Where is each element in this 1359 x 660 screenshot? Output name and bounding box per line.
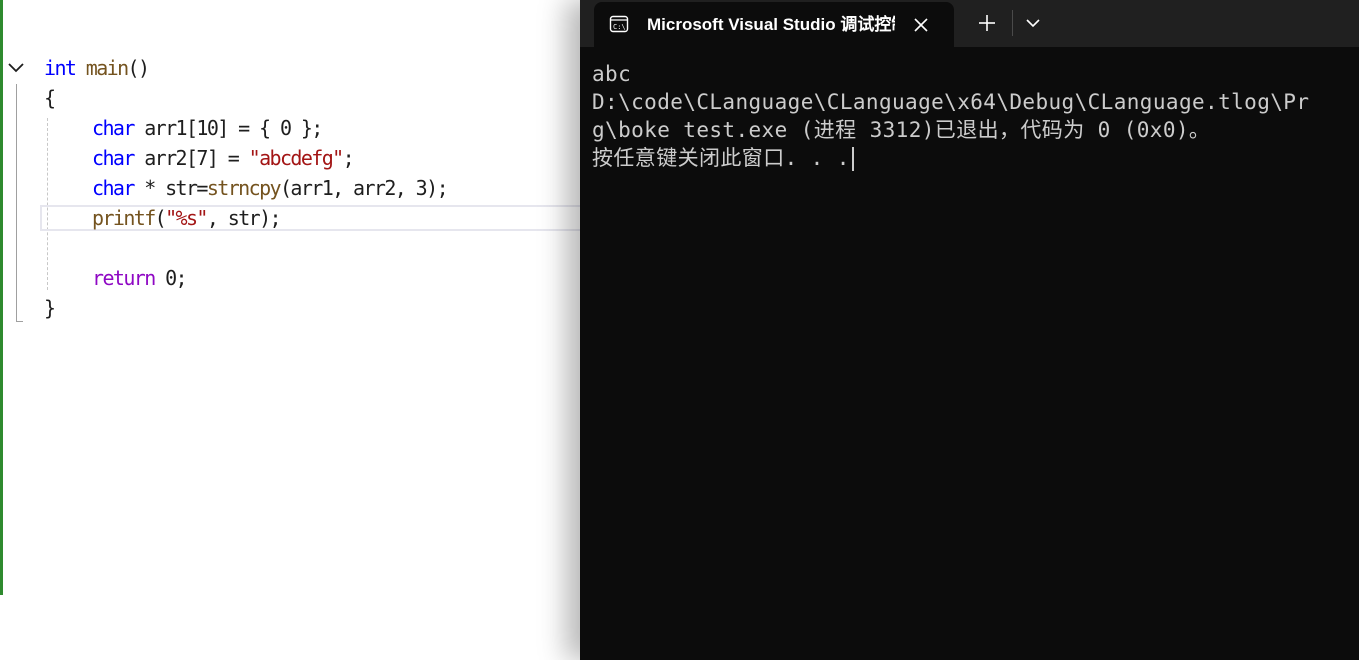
chevron-down-icon[interactable] bbox=[7, 59, 25, 77]
terminal-window[interactable]: C:\ Microsoft Visual Studio 调试控制台 abc D:… bbox=[580, 0, 1359, 660]
code-token: printf bbox=[92, 206, 156, 230]
code-token: main bbox=[85, 56, 129, 80]
code-token: 0; bbox=[154, 266, 188, 290]
text-cursor bbox=[851, 147, 854, 171]
code-token: } bbox=[44, 296, 56, 320]
output-line: D:\code\CLanguage\CLanguage\x64\Debug\CL… bbox=[592, 90, 1310, 114]
code-token: char bbox=[92, 176, 135, 200]
tab-title: Microsoft Visual Studio 调试控制台 bbox=[647, 15, 895, 34]
code-token: char bbox=[92, 116, 135, 140]
output-line: g\boke test.exe (进程 3312)已退出，代码为 0 (0x0)… bbox=[592, 118, 1211, 142]
output-line: abc bbox=[592, 62, 632, 86]
code-token: "abcdefg" bbox=[248, 146, 345, 170]
fold-guide-line bbox=[16, 84, 17, 322]
code-editor[interactable]: int main() { char arr1[10] = { 0 }; char… bbox=[0, 0, 580, 660]
code-token: arr2[7] = bbox=[133, 146, 249, 170]
code-token: () bbox=[127, 56, 150, 80]
code-token: int bbox=[44, 56, 77, 80]
code-line[interactable]: int main() bbox=[44, 53, 150, 83]
code-line[interactable]: printf("%s", str); bbox=[92, 203, 282, 233]
terminal-tab[interactable]: C:\ Microsoft Visual Studio 调试控制台 bbox=[594, 2, 954, 47]
output-line-last: 按任意键关闭此窗口. . . bbox=[592, 144, 1359, 172]
indent-guide bbox=[47, 118, 48, 290]
close-icon[interactable] bbox=[910, 14, 932, 36]
titlebar-divider bbox=[1012, 10, 1013, 36]
output-line-text: 按任意键关闭此窗口. . . bbox=[592, 146, 850, 170]
code-line[interactable]: char * str=strncpy(arr1, arr2, 3); bbox=[92, 173, 449, 203]
code-token: return bbox=[92, 266, 156, 290]
terminal-icon: C:\ bbox=[609, 15, 629, 33]
svg-text:C:\: C:\ bbox=[613, 23, 626, 31]
chevron-down-icon[interactable] bbox=[1022, 11, 1044, 35]
code-token: (arr1, arr2, 3); bbox=[279, 176, 449, 200]
code-token: , str); bbox=[206, 206, 282, 230]
code-token: * str= bbox=[133, 176, 208, 200]
plus-icon[interactable] bbox=[974, 10, 1000, 36]
code-token: arr1[10] = { 0 }; bbox=[133, 116, 323, 140]
code-token: char bbox=[92, 146, 135, 170]
fold-guide-end bbox=[16, 321, 23, 322]
code-line[interactable]: char arr1[10] = { 0 }; bbox=[92, 113, 323, 143]
change-tracking-bar bbox=[0, 0, 3, 595]
code-token: ( bbox=[154, 206, 167, 230]
code-line[interactable]: } bbox=[44, 293, 56, 323]
code-line[interactable]: return 0; bbox=[92, 263, 188, 293]
terminal-titlebar[interactable]: C:\ Microsoft Visual Studio 调试控制台 bbox=[580, 0, 1359, 47]
code-line[interactable]: char arr2[7] = "abcdefg"; bbox=[92, 143, 355, 173]
code-token: { bbox=[44, 86, 56, 110]
code-token: "%s" bbox=[165, 206, 208, 230]
terminal-output[interactable]: abc D:\code\CLanguage\CLanguage\x64\Debu… bbox=[592, 60, 1359, 660]
code-line[interactable]: { bbox=[44, 83, 56, 113]
code-token: ; bbox=[342, 146, 355, 170]
code-token: strncpy bbox=[206, 176, 282, 200]
